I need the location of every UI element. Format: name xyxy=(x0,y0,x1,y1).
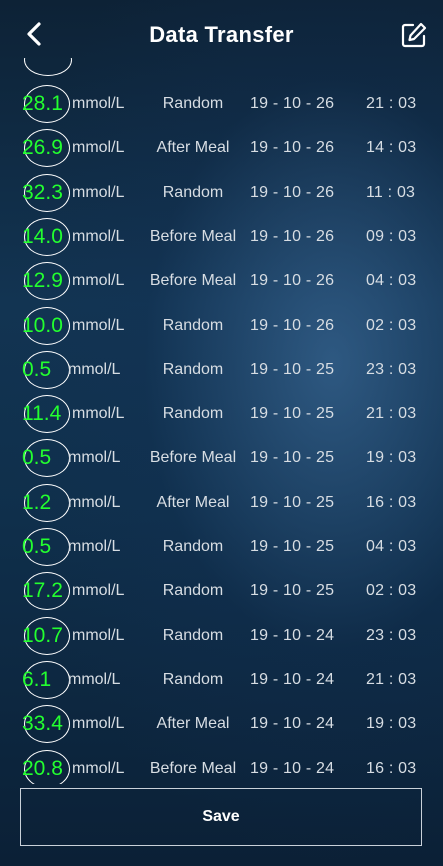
record-date: 19 - 10 - 24 xyxy=(250,626,335,644)
record-time: 19 : 03 xyxy=(366,715,417,733)
list-item[interactable]: 32.3 mmol/L Random 19 - 10 - 26 11 : 03 xyxy=(0,171,443,215)
meal-tag: Random xyxy=(162,316,224,334)
record-date: 19 - 10 - 26 xyxy=(250,95,335,112)
list-item[interactable]: 14.0 mmol/L Before Meal 19 - 10 - 26 09 : 03 xyxy=(0,215,443,259)
record-date: 19 - 10 - 25 xyxy=(250,493,335,511)
unit-label: mmol/L xyxy=(72,626,125,644)
record-date: 19 - 10 - 26 xyxy=(250,316,335,334)
unit-label: mmol/L xyxy=(72,227,125,245)
record-date: 19 - 10 - 24 xyxy=(250,715,335,733)
list-item[interactable]: 0.5 mmol/L Random 19 - 10 - 25 23 : 03 xyxy=(0,348,443,392)
record-time: 16 : 03 xyxy=(366,759,417,777)
list-item[interactable]: 1.2 mmol/L After Meal 19 - 10 - 25 16 : 03 xyxy=(0,481,443,525)
list-item[interactable]: 0.5 mmol/L Before Meal 19 - 10 - 25 19 : 03 xyxy=(0,436,443,480)
meal-tag: After Meal xyxy=(156,715,230,733)
unit-label: mmol/L xyxy=(68,538,121,555)
record-time: 23 : 03 xyxy=(366,626,417,644)
meal-tag: Random xyxy=(162,405,224,423)
record-time: 02 : 03 xyxy=(366,582,417,600)
record-date: 19 - 10 - 26 xyxy=(250,183,335,201)
record-date: 19 - 10 - 25 xyxy=(250,405,335,423)
glucose-value: 32.3 xyxy=(22,180,63,204)
glucose-value: 11.4 xyxy=(22,402,62,426)
record-date: 19 - 10 - 26 xyxy=(250,272,335,290)
record-time: 21 : 03 xyxy=(366,670,417,688)
list-item[interactable]: 20.8 mmol/L Before Meal 19 - 10 - 24 16 : 03 xyxy=(0,747,443,784)
unit-label: mmol/L xyxy=(68,493,121,511)
unit-label: mmol/L xyxy=(72,139,125,157)
unit-label: mmol/L xyxy=(72,405,125,423)
list-item[interactable]: 10.0 mmol/L Random 19 - 10 - 26 02 : 03 xyxy=(0,304,443,348)
glucose-value: 28.1 xyxy=(22,92,63,115)
meal-tag: After Meal xyxy=(156,139,230,157)
glucose-value: 17.2 xyxy=(22,579,63,603)
list-item[interactable]: 0.5 mmol/L Random 19 - 10 - 25 04 : 03 xyxy=(0,525,443,569)
unit-label: mmol/L xyxy=(68,449,121,467)
meal-tag: Before Meal xyxy=(149,449,237,467)
unit-label: mmol/L xyxy=(72,316,125,334)
glucose-value: 10.7 xyxy=(22,623,63,647)
record-date: 19 - 10 - 26 xyxy=(250,227,335,245)
edit-button[interactable] xyxy=(399,20,429,50)
unit-label: mmol/L xyxy=(72,715,125,733)
record-time: 09 : 03 xyxy=(366,227,417,245)
record-date: 19 - 10 - 25 xyxy=(250,449,335,467)
record-time: 16 : 03 xyxy=(366,493,417,511)
glucose-value: 14.0 xyxy=(22,224,63,248)
list-item[interactable]: 11.4 mmol/L Random 19 - 10 - 25 21 : 03 xyxy=(0,392,443,436)
partial-row-bubble xyxy=(24,58,72,76)
list-item[interactable]: 17.2 mmol/L Random 19 - 10 - 25 02 : 03 xyxy=(0,569,443,613)
page-title: Data Transfer xyxy=(149,22,294,47)
meal-tag: Random xyxy=(162,183,224,201)
record-time: 21 : 03 xyxy=(366,95,417,112)
meal-tag: Before Meal xyxy=(149,227,237,245)
list-item[interactable]: 12.9 mmol/L Before Meal 19 - 10 - 26 04 : 03 xyxy=(0,259,443,303)
record-time: 04 : 03 xyxy=(366,538,417,555)
glucose-value: 10.0 xyxy=(22,313,63,337)
record-date: 19 - 10 - 24 xyxy=(250,670,335,688)
unit-label: mmol/L xyxy=(72,95,125,112)
meal-tag: Random xyxy=(162,538,224,555)
record-time: 23 : 03 xyxy=(366,360,417,378)
record-date: 19 - 10 - 24 xyxy=(250,759,335,777)
unit-label: mmol/L xyxy=(72,582,125,600)
meal-tag: Random xyxy=(162,626,224,644)
list-item[interactable]: 10.7 mmol/L Random 19 - 10 - 24 23 : 03 xyxy=(0,614,443,658)
record-time: 19 : 03 xyxy=(366,449,417,467)
meal-tag: Before Meal xyxy=(149,759,237,777)
glucose-value: 20.8 xyxy=(22,756,63,780)
meal-tag: After Meal xyxy=(156,493,230,511)
record-list[interactable]: 28.1 mmol/L Random 19 - 10 - 26 21 : 03 26.9 m… xyxy=(0,58,443,784)
edit-icon xyxy=(401,22,427,48)
glucose-value: 12.9 xyxy=(22,269,63,293)
meal-tag: Random xyxy=(162,360,224,378)
unit-label: mmol/L xyxy=(72,272,125,290)
save-button[interactable]: Save xyxy=(20,788,422,846)
meal-tag: Before Meal xyxy=(149,272,237,290)
record-time: 21 : 03 xyxy=(366,405,417,423)
meal-tag: Random xyxy=(162,670,224,688)
record-date: 19 - 10 - 26 xyxy=(250,139,335,157)
glucose-value: 26.9 xyxy=(22,136,63,160)
record-time: 04 : 03 xyxy=(366,272,417,290)
record-date: 19 - 10 - 25 xyxy=(250,360,335,378)
unit-label: mmol/L xyxy=(72,183,125,201)
meal-tag: Random xyxy=(162,582,224,600)
list-item[interactable]: 28.1 mmol/L Random 19 - 10 - 26 21 : 03 xyxy=(0,82,443,126)
unit-label: mmol/L xyxy=(68,360,121,378)
record-date: 19 - 10 - 25 xyxy=(250,582,335,600)
record-time: 14 : 03 xyxy=(366,139,417,157)
unit-label: mmol/L xyxy=(72,759,125,777)
record-time: 11 : 03 xyxy=(366,183,416,201)
list-item[interactable]: 6.1 mmol/L Random 19 - 10 - 24 21 : 03 xyxy=(0,658,443,702)
list-item[interactable]: 26.9 mmol/L After Meal 19 - 10 - 26 14 : 03 xyxy=(0,126,443,170)
list-item[interactable]: 33.4 mmol/L After Meal 19 - 10 - 24 19 : 03 xyxy=(0,702,443,746)
glucose-value: 33.4 xyxy=(22,712,63,736)
meal-tag: Random xyxy=(162,95,224,112)
record-time: 02 : 03 xyxy=(366,316,417,334)
record-date: 19 - 10 - 25 xyxy=(250,538,335,555)
unit-label: mmol/L xyxy=(68,670,121,688)
